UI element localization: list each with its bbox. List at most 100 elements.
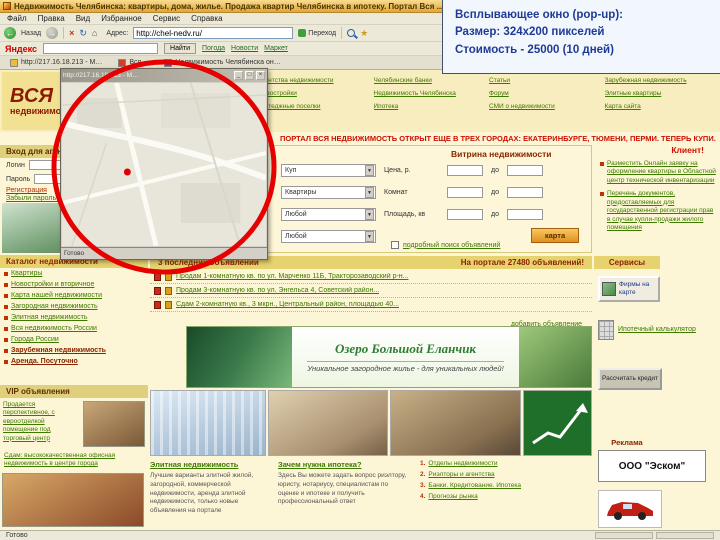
vip-listing-link[interactable]: Сдам: высококачественная офисная недвижи…	[0, 450, 148, 471]
area-to-input[interactable]	[506, 209, 543, 220]
header-link[interactable]: Недвижимость Челябинска	[374, 90, 484, 97]
header-link[interactable]: СМИ о недвижимости	[489, 103, 599, 110]
popup-window[interactable]: http://217.16.18.213 - М… _ □ × Готово	[60, 68, 268, 260]
menu-favorites[interactable]: Избранное	[101, 14, 142, 23]
listing-row[interactable]: Продам 3-комнатную кв. по ул. Энгельса 4…	[150, 284, 592, 298]
catalog-link: Города России	[11, 336, 59, 343]
header-link[interactable]: Челябинские банки	[374, 77, 484, 84]
yandex-link-weather[interactable]: Погода	[202, 45, 225, 52]
header-link[interactable]: Форум	[489, 90, 599, 97]
close-icon[interactable]: ×	[256, 71, 265, 80]
rooms-from-input[interactable]	[447, 187, 483, 198]
district-select[interactable]: Любой ▼	[281, 208, 376, 221]
slide: Недвижимость Челябинска: квартиры, дома,…	[0, 0, 720, 540]
catalog-item[interactable]: Загородная недвижимость	[0, 301, 148, 312]
menu-edit[interactable]: Правка	[38, 14, 65, 23]
listing-icon	[154, 300, 161, 309]
maximize-icon[interactable]: □	[245, 71, 254, 80]
catalog-item[interactable]: Элитная недвижимость	[0, 312, 148, 323]
object-type-select[interactable]: Квартиры ▼	[281, 186, 376, 199]
refresh-icon[interactable]: ↻	[79, 28, 87, 38]
map-icon	[602, 282, 616, 296]
credit-calc-button[interactable]: Рассчитать кредит	[598, 368, 662, 390]
calculator-icon	[598, 320, 614, 340]
catalog-item[interactable]: Города России	[0, 334, 148, 345]
mortgage-title-link[interactable]: Зачем нужна ипотека?	[278, 460, 408, 469]
map-search-button[interactable]: карта	[531, 228, 579, 243]
header-links: Агентства недвижимости Челябинские банки…	[258, 74, 714, 130]
home-icon[interactable]: ⌂	[92, 28, 97, 38]
eskom-ad-banner[interactable]: ООО "Эском"	[598, 450, 706, 482]
favorites-icon[interactable]: ★	[360, 28, 368, 38]
client-item[interactable]: Перечень документов, предоставляемых для…	[600, 190, 716, 232]
firms-on-map-button[interactable]: Фирмы на карте	[598, 276, 660, 302]
photo-only-checkbox[interactable]	[391, 241, 399, 249]
minimize-icon[interactable]: _	[234, 71, 243, 80]
listing-link: Сдам 2-комнатную кв., 3 мкрн., Центральн…	[176, 301, 399, 308]
catalog-item[interactable]: Зарубежная недвижимость	[0, 345, 148, 356]
directory-item[interactable]: 1. Отделы недвижимости	[420, 460, 540, 467]
yandex-link-news[interactable]: Новости	[231, 45, 258, 52]
price-to-input[interactable]	[506, 165, 543, 176]
annotation-callout: Всплывающее окно (pop-up): Размер: 324x2…	[442, 0, 720, 74]
vip-listing-link[interactable]: Продается перспективное, с евроотделкой …	[3, 401, 79, 447]
price-from-input[interactable]	[447, 165, 483, 176]
bullet-icon	[4, 305, 8, 309]
rooms-to-input[interactable]	[506, 187, 543, 198]
address-input[interactable]	[133, 27, 294, 39]
yandex-link-market[interactable]: Маркет	[264, 45, 288, 52]
mortgage-calculator-item[interactable]: Ипотечный калькулятор	[598, 320, 712, 340]
header-link[interactable]: Карта сайта	[605, 103, 715, 110]
header-link[interactable]: Ипотека	[374, 103, 484, 110]
links-bar-item[interactable]: http://217.16.18.213 - М…	[10, 58, 103, 67]
links-bar-label: http://217.16.18.213 - М…	[21, 59, 103, 66]
directory-item[interactable]: 3. Банки. Кредитование. Ипотека	[420, 482, 540, 489]
vip-title: VIP объявления	[0, 385, 148, 398]
header-link[interactable]: Агентства недвижимости	[258, 77, 368, 84]
menu-view[interactable]: Вид	[76, 14, 90, 23]
directory-item[interactable]: 4. Прогнозы рынка	[420, 493, 540, 500]
bullet-icon	[4, 283, 8, 287]
search-icon[interactable]	[347, 29, 356, 37]
listings-list: Продам 1-комнатную кв. по ул. Марченко 1…	[150, 270, 592, 312]
stop-icon[interactable]: ×	[69, 28, 74, 38]
catalog-item[interactable]: Карта нашей недвижимости	[0, 290, 148, 301]
deal-type-select[interactable]: Куп ▼	[281, 164, 376, 177]
back-icon[interactable]: ←	[4, 27, 16, 39]
forward-icon[interactable]: →	[46, 27, 59, 39]
elite-title-link[interactable]: Элитная недвижимость	[150, 460, 272, 469]
links-bar-item[interactable]: Недвижимость Челябинска он…	[164, 58, 281, 67]
menu-file[interactable]: Файл	[7, 14, 27, 23]
catalog-item[interactable]: Новостройки и вторичное	[0, 279, 148, 290]
yandex-logo[interactable]: Яндекс	[5, 44, 37, 54]
header-link[interactable]: Элитные квартиры	[605, 90, 715, 97]
listing-row[interactable]: Сдам 2-комнатную кв., 3 мкрн., Центральн…	[150, 298, 592, 312]
vip-listing-photo[interactable]	[83, 401, 145, 447]
car-ad-banner[interactable]	[598, 490, 662, 528]
lake-ad-banner[interactable]: Озеро Большой Еланчик Уникальное загород…	[186, 326, 592, 388]
vip-listing-photo[interactable]	[2, 472, 144, 527]
detailed-search-link[interactable]: подробный поиск объявлений	[403, 242, 500, 249]
catalog-item[interactable]: Аренда. Посуточно	[0, 356, 148, 367]
links-bar-item[interactable]: Вся…	[118, 58, 148, 67]
area-from-input[interactable]	[447, 209, 483, 220]
header-link[interactable]: Новостройки	[258, 90, 368, 97]
material-select[interactable]: Любой ▼	[281, 230, 376, 243]
catalog-item[interactable]: Вся недвижимость России	[0, 323, 148, 334]
header-link[interactable]: Коттеджные поселки	[258, 103, 368, 110]
yandex-search-input[interactable]	[43, 43, 159, 54]
header-link[interactable]: Статьи	[489, 77, 599, 84]
header-link[interactable]: Зарубежная недвижимость	[605, 77, 715, 84]
directory-item[interactable]: 2. Риэлторы и агентства	[420, 471, 540, 478]
bullet-icon	[4, 272, 8, 276]
client-item[interactable]: Разместить Онлайн заявку на оформление к…	[600, 160, 716, 185]
go-button[interactable]: Переход	[298, 29, 336, 37]
popup-statusbar: Готово	[61, 247, 267, 259]
menu-help[interactable]: Справка	[191, 14, 222, 23]
menu-tools[interactable]: Сервис	[153, 14, 180, 23]
photo-icon	[165, 300, 172, 309]
yandex-find-button[interactable]: Найти	[164, 43, 196, 54]
listing-row[interactable]: Продам 1-комнатную кв. по ул. Марченко 1…	[150, 270, 592, 284]
bullet-icon	[4, 360, 8, 364]
catalog-item[interactable]: Квартиры	[0, 268, 148, 279]
